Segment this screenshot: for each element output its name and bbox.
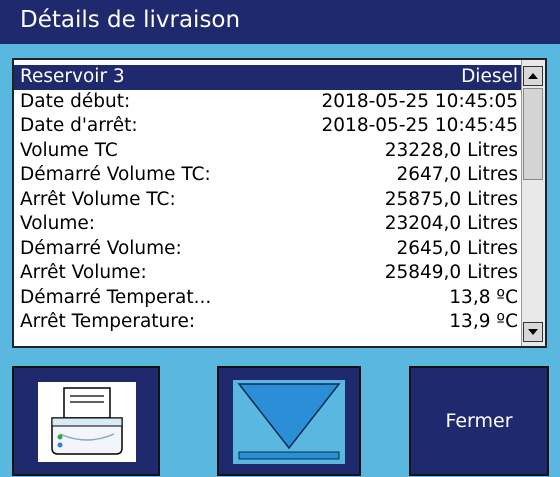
row-label: Reservoir 3 — [20, 66, 125, 87]
row-label: Arrêt Volume TC: — [20, 188, 176, 210]
row-label: Démarré Volume: — [20, 237, 182, 259]
row-value: 25849,0 Litres — [384, 262, 518, 283]
row-label: Volume: — [20, 213, 96, 234]
list-item[interactable]: Démarré Volume TC: 2647,0 Litres — [14, 163, 524, 188]
row-label: Arrêt Temperature: — [20, 311, 196, 332]
row-value: 13,9 ºC — [449, 311, 518, 332]
list-item[interactable]: Arrêt Volume: 25849,0 Litres — [14, 261, 524, 286]
row-label: Date début: — [20, 90, 131, 112]
row-label: Date d'arrêt: — [20, 115, 138, 136]
print-button[interactable] — [12, 366, 160, 476]
printer-icon — [51, 387, 123, 455]
close-button-label: Fermer — [445, 410, 513, 432]
scroll-down-button[interactable] — [523, 322, 543, 342]
list-item[interactable]: Démarré Temperat... 13,8 ºC — [14, 286, 524, 311]
row-value: 2645,0 Litres — [396, 237, 518, 259]
scroll-down-large-button[interactable] — [217, 366, 361, 476]
list-item[interactable]: Date début: 2018-05-25 10:45:05 — [14, 90, 524, 115]
print-button-face — [38, 382, 136, 462]
scroll-down-arrow-icon — [237, 383, 341, 460]
row-value: 2018-05-25 10:45:05 — [321, 90, 518, 112]
scrollbar-thumb[interactable] — [523, 88, 543, 180]
scroll-up-arrow-icon — [528, 73, 538, 79]
scroll-up-button[interactable] — [523, 66, 543, 86]
scroll-down-arrow-icon — [528, 329, 538, 335]
row-value: Diesel — [461, 66, 518, 87]
list-item[interactable]: Démarré Volume: 2645,0 Litres — [14, 237, 524, 262]
row-label: Démarré Temperat... — [20, 286, 212, 308]
row-value: 25875,0 Litres — [384, 188, 518, 210]
scroll-down-button-face — [233, 380, 345, 464]
list-item[interactable]: Arrêt Volume TC: 25875,0 Litres — [14, 188, 524, 213]
close-button[interactable]: Fermer — [409, 366, 549, 476]
details-list-panel: Reservoir 3 Diesel Date début: 2018-05-2… — [12, 58, 547, 348]
window-title: Détails de livraison — [20, 7, 241, 33]
list-item[interactable]: Reservoir 3 Diesel — [14, 65, 524, 90]
list-item[interactable]: Volume: 23204,0 Litres — [14, 212, 524, 237]
list-item[interactable]: Date d'arrêt: 2018-05-25 10:45:45 — [14, 114, 524, 139]
row-value: 23228,0 Litres — [384, 139, 518, 161]
vertical-scrollbar[interactable] — [521, 60, 545, 346]
title-bar: Détails de livraison — [0, 0, 560, 44]
row-value: 13,8 ºC — [449, 286, 518, 308]
row-label: Volume TC — [20, 139, 118, 161]
row-value: 23204,0 Litres — [384, 213, 518, 234]
row-value: 2018-05-25 10:45:45 — [321, 115, 518, 136]
row-label: Arrêt Volume: — [20, 262, 147, 283]
details-list: Reservoir 3 Diesel Date début: 2018-05-2… — [14, 65, 524, 335]
row-value: 2647,0 Litres — [396, 164, 518, 185]
row-label: Démarré Volume TC: — [20, 164, 211, 185]
list-item[interactable]: Volume TC 23228,0 Litres — [14, 139, 524, 164]
list-item[interactable]: Arrêt Temperature: 13,9 ºC — [14, 310, 524, 335]
